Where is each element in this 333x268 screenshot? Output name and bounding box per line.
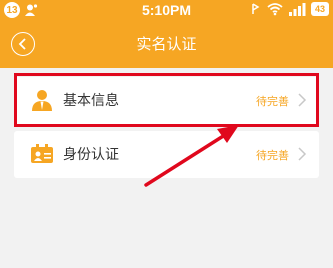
arrow-annotation xyxy=(144,125,239,187)
